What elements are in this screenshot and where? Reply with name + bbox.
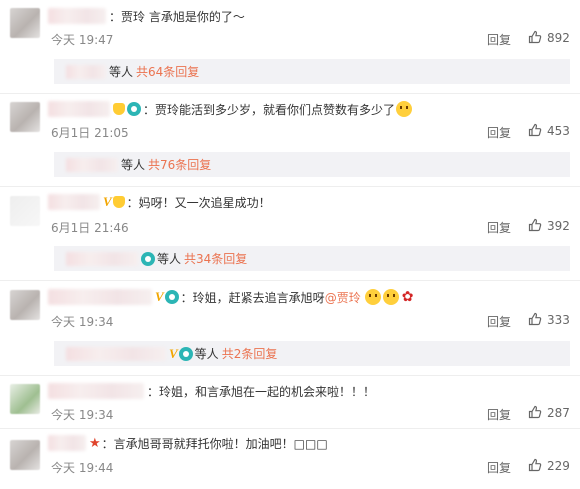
comment-body: V ：妈呀！又一次追星成功！ — [48, 192, 271, 212]
like-count: 229 — [547, 459, 570, 473]
comment-body: V ：玲姐，赶紧去追言承旭呀 @贾玲 ✿ — [48, 287, 413, 307]
like-count: 333 — [547, 313, 570, 327]
timestamp: 今天 19:47 — [51, 33, 114, 47]
vip-v-icon: V — [155, 289, 164, 304]
comment-text: ：玲姐，和言承旭在一起的机会来啦！！！ — [147, 384, 376, 399]
timestamp: 6月1日 21:05 — [51, 126, 129, 140]
comment-text: ：玲姐，赶紧去追言承旭呀 — [180, 290, 325, 305]
reply-preview[interactable]: 等人 共64条回复 — [54, 59, 570, 84]
reply-button[interactable]: 回复 — [487, 313, 511, 330]
divider — [0, 280, 580, 281]
star-badge-icon: ★ — [89, 435, 101, 451]
reply-button[interactable]: 回复 — [487, 459, 511, 476]
comment-body: ：玲姐，和言承旭在一起的机会来啦！！！ — [48, 381, 375, 401]
comment-text: ：言承旭哥哥就拜托你啦！加油吧！□□□ — [101, 436, 328, 451]
reply-usernames — [66, 64, 106, 79]
emoji-icon — [382, 289, 399, 305]
avatar[interactable] — [10, 102, 40, 132]
mention-link[interactable]: @贾玲 — [325, 289, 361, 306]
divider — [0, 428, 580, 429]
username[interactable] — [48, 383, 144, 399]
reply-users-label: 等人 — [121, 158, 146, 172]
username[interactable] — [48, 194, 100, 210]
timestamp: 6月1日 21:46 — [51, 221, 129, 235]
like-count: 287 — [547, 406, 570, 420]
thumbs-up-icon[interactable] — [528, 30, 542, 44]
vip-v-icon: V — [169, 345, 178, 361]
reply-users-label: 等人 — [157, 252, 182, 266]
comment-text: ：妈呀！又一次追星成功！ — [126, 195, 271, 210]
comment-text: ：贾玲能活到多少岁，就看你们点赞数有多少了 — [143, 102, 396, 117]
reply-users-label: 等人 — [109, 65, 134, 79]
reply-button[interactable]: 回复 — [487, 219, 511, 236]
camera-badge-icon — [164, 290, 179, 304]
like-count: 892 — [547, 31, 570, 45]
crown-badge-icon — [112, 196, 125, 208]
reply-button[interactable]: 回复 — [487, 124, 511, 141]
comment-text: ：贾玲 言承旭是你的了～ — [109, 9, 245, 24]
reply-users-label: 等人 — [194, 347, 219, 361]
reply-count-link[interactable]: 共2条回复 — [222, 345, 278, 362]
emoji-icon — [396, 101, 413, 117]
reply-usernames — [66, 157, 118, 172]
avatar[interactable] — [10, 196, 40, 226]
username[interactable] — [48, 435, 86, 451]
crown-badge-icon — [113, 103, 125, 115]
like-count: 453 — [547, 124, 570, 138]
reply-button[interactable]: 回复 — [487, 406, 511, 423]
reply-button[interactable]: 回复 — [487, 31, 511, 48]
thumbs-up-icon[interactable] — [528, 312, 542, 326]
comment-body: ★ ：言承旭哥哥就拜托你啦！加油吧！□□□ — [48, 433, 328, 453]
timestamp: 今天 19:34 — [51, 408, 114, 422]
thumbs-up-icon[interactable] — [528, 458, 542, 472]
camera-badge-icon — [178, 346, 193, 361]
username[interactable] — [48, 101, 110, 117]
username[interactable] — [48, 8, 106, 24]
camera-badge-icon — [127, 102, 141, 116]
timestamp: 今天 19:44 — [51, 461, 114, 475]
reply-usernames — [66, 251, 138, 266]
reply-count-link[interactable]: 共76条回复 — [148, 156, 211, 173]
reply-preview[interactable]: 等人 共34条回复 — [54, 246, 570, 271]
thumbs-up-icon[interactable] — [528, 405, 542, 419]
comment-body: ：贾玲能活到多少岁，就看你们点赞数有多少了 — [48, 99, 413, 119]
avatar[interactable] — [10, 290, 40, 320]
rose-icon: ✿ — [401, 289, 414, 305]
reply-preview[interactable]: 等人 共76条回复 — [54, 152, 570, 177]
reply-count-link[interactable]: 共64条回复 — [136, 63, 199, 80]
divider — [0, 186, 580, 187]
avatar[interactable] — [10, 440, 40, 470]
vip-v-icon: V — [103, 194, 112, 209]
divider — [0, 93, 580, 94]
thumbs-up-icon[interactable] — [528, 218, 542, 232]
divider — [0, 375, 580, 376]
reply-count-link[interactable]: 共34条回复 — [184, 250, 247, 267]
avatar[interactable] — [10, 8, 40, 38]
like-count: 392 — [547, 219, 570, 233]
reply-preview[interactable]: V 等人 共2条回复 — [54, 341, 570, 366]
camera-badge-icon — [141, 251, 155, 266]
timestamp: 今天 19:34 — [51, 315, 114, 329]
thumbs-up-icon[interactable] — [528, 123, 542, 137]
emoji-icon — [364, 289, 381, 305]
avatar[interactable] — [10, 384, 40, 414]
reply-usernames — [66, 346, 166, 361]
comment-body: ：贾玲 言承旭是你的了～ — [48, 6, 245, 26]
username[interactable] — [48, 289, 152, 305]
